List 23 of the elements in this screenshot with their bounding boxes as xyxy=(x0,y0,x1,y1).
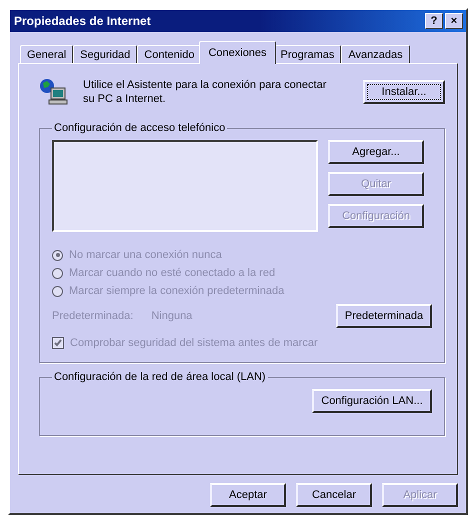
tab[interactable]: Avanzadas xyxy=(341,45,410,64)
checkmark-icon xyxy=(53,338,63,348)
tab[interactable]: Contenido xyxy=(137,45,202,64)
tab[interactable]: General xyxy=(20,45,74,64)
dialup-button[interactable]: Agregar... xyxy=(328,140,424,164)
default-label: Predeterminada: xyxy=(52,310,134,322)
help-button[interactable]: ? xyxy=(425,13,443,29)
dialog-button[interactable]: Aceptar xyxy=(210,483,286,507)
tab[interactable]: Seguridad xyxy=(73,45,138,64)
group-title: Configuración de la red de área local (LAN) xyxy=(53,371,267,383)
install-button[interactable]: Instalar... xyxy=(363,80,445,104)
group-title: Configuración de acceso telefónico xyxy=(53,122,226,134)
window-title: Propiedades de Internet xyxy=(14,14,151,28)
connection-list[interactable] xyxy=(52,140,318,232)
dialog-button[interactable]: Cancelar xyxy=(296,483,372,507)
tab[interactable]: Programas xyxy=(274,45,342,64)
close-button[interactable]: × xyxy=(445,13,463,29)
default-button[interactable]: Predeterminada xyxy=(336,304,432,328)
wizard-text: Utilice el Asistente para la conexión para conectar su PC a Internet. xyxy=(83,78,328,106)
default-value: Ninguna xyxy=(151,310,192,322)
tab[interactable]: Conexiones xyxy=(199,41,276,64)
network-computer-icon xyxy=(39,78,69,106)
lan-settings-button[interactable]: Configuración LAN... xyxy=(312,389,432,413)
